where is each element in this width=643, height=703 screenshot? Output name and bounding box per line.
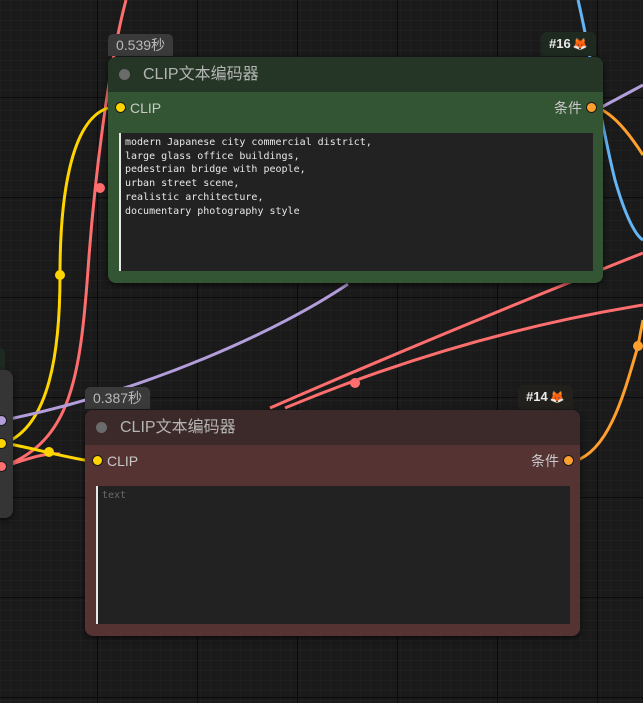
- node-slots: CLIP 条件: [85, 445, 580, 477]
- clip-input-slot[interactable]: CLIP: [115, 92, 161, 124]
- fox-icon: 🦊: [572, 37, 588, 51]
- node-id-badge: #16 🦊: [541, 32, 596, 56]
- offscreen-node[interactable]: [0, 370, 13, 518]
- clip-output-dot[interactable]: [0, 438, 7, 449]
- reroute-dot[interactable]: [95, 183, 105, 193]
- clip-input-label: CLIP: [107, 453, 139, 469]
- node-id-badge: #14 🦊: [518, 385, 573, 409]
- conditioning-output-slot[interactable]: 条件: [554, 92, 597, 124]
- reroute-dot[interactable]: [55, 270, 65, 280]
- reroute-dot[interactable]: [633, 341, 643, 351]
- wire-cond-bottom: [574, 319, 643, 463]
- clip-input-dot[interactable]: [92, 455, 103, 466]
- conditioning-output-slot[interactable]: 条件: [531, 445, 574, 477]
- clip-input-label: CLIP: [130, 100, 162, 116]
- node-title: CLIP文本编码器: [143, 66, 259, 83]
- node-slots: CLIP 条件: [108, 92, 603, 124]
- clip-text-encode-node[interactable]: CLIP文本编码器 CLIP 条件 text: [85, 410, 580, 636]
- node-title: CLIP文本编码器: [120, 419, 236, 436]
- clip-text-encode-node[interactable]: CLIP文本编码器 CLIP 条件 modern Japanese city c…: [108, 57, 603, 283]
- conditioning-output-label: 条件: [531, 453, 559, 469]
- prompt-textarea[interactable]: modern Japanese city commercial district…: [119, 133, 593, 271]
- wire-model-right: [599, 83, 643, 110]
- node-title-bar[interactable]: CLIP文本编码器: [108, 57, 603, 92]
- vae-output-dot[interactable]: [0, 461, 7, 472]
- conditioning-output-label: 条件: [554, 100, 582, 116]
- node-id: #16: [549, 36, 571, 51]
- clip-input-slot[interactable]: CLIP: [92, 445, 138, 477]
- collapse-toggle[interactable]: [96, 422, 107, 433]
- node-id: #14: [526, 389, 548, 404]
- clip-input-dot[interactable]: [115, 102, 126, 113]
- reroute-dot[interactable]: [44, 447, 54, 457]
- fox-icon: 🦊: [549, 390, 565, 404]
- offscreen-node-header: [0, 348, 5, 372]
- prompt-textarea[interactable]: text: [96, 486, 570, 624]
- node-title-bar[interactable]: CLIP文本编码器: [85, 410, 580, 445]
- reroute-dot[interactable]: [350, 378, 360, 388]
- conditioning-output-dot[interactable]: [563, 455, 574, 466]
- model-output-dot[interactable]: [0, 415, 7, 426]
- collapse-toggle[interactable]: [119, 69, 130, 80]
- wire-vae-right-2: [284, 303, 643, 410]
- conditioning-output-dot[interactable]: [586, 102, 597, 113]
- node-timing-badge: 0.539秒: [108, 34, 174, 56]
- node-timing-badge: 0.387秒: [85, 387, 151, 409]
